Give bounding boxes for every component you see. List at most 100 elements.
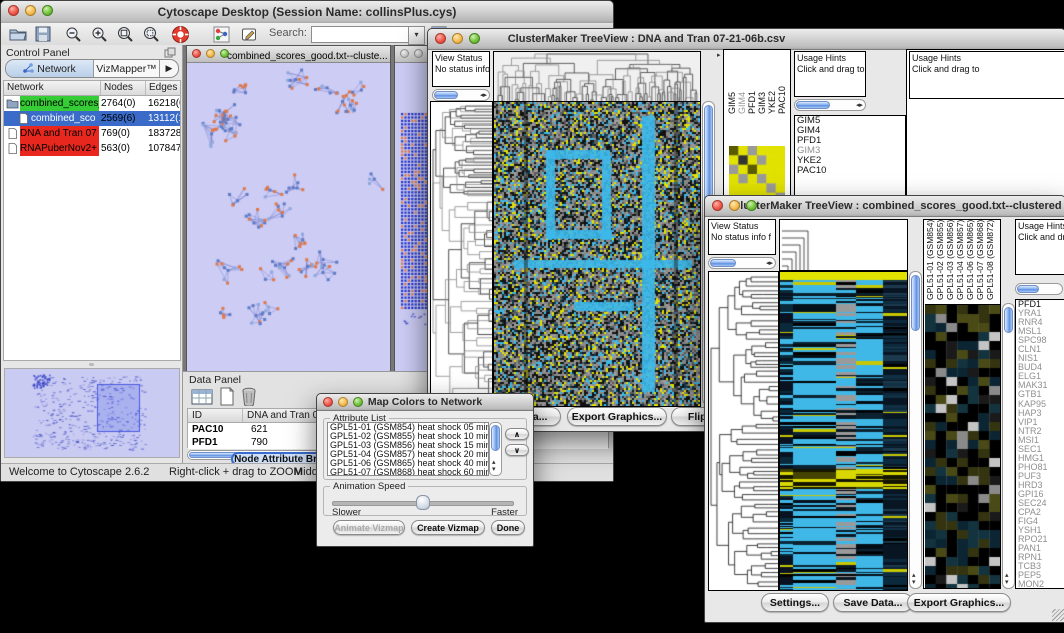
col-network[interactable]: Network bbox=[4, 81, 101, 95]
map-colors-dialog: Map Colors to Network Attribute List GPL… bbox=[316, 393, 534, 547]
treeview2-title: ClusterMaker TreeView : combined_scores_… bbox=[705, 196, 1064, 216]
search-dropdown-button[interactable]: ▾ bbox=[408, 26, 425, 45]
treeview1-titlebar[interactable]: ClusterMaker TreeView : DNA and Tran 07-… bbox=[428, 29, 1064, 50]
treeview1-title: ClusterMaker TreeView : DNA and Tran 07-… bbox=[428, 29, 1064, 49]
dialog-titlebar[interactable]: Map Colors to Network bbox=[317, 394, 533, 411]
search-input[interactable] bbox=[311, 26, 409, 43]
zoom-selected-icon[interactable] bbox=[143, 26, 160, 43]
main-titlebar[interactable]: Cytoscape Desktop (Session Name: collins… bbox=[1, 1, 613, 24]
slider-thumb[interactable] bbox=[416, 495, 430, 510]
tv1-heatmap-canvas[interactable] bbox=[493, 101, 701, 407]
tv2-heatmap-canvas[interactable] bbox=[779, 271, 908, 591]
attribute-list-item[interactable]: GPL51-07 (GSM868) heat shock 60 min bbox=[328, 468, 488, 476]
tv2-status-hscrollbar[interactable]: ◂▸ bbox=[708, 257, 776, 269]
tv1-usage-hints-2: Usage Hints Click and drag to bbox=[909, 51, 1064, 99]
network-table-row[interactable]: RNAPuberNov2+ 563(0) 107847(0) bbox=[4, 141, 180, 156]
attribute-list-vscrollbar[interactable]: ▴▾ bbox=[489, 422, 502, 476]
animate-vizmap-button[interactable]: Animate Vizmap bbox=[333, 520, 405, 535]
tv1-export-graphics-button[interactable]: Export Graphics... bbox=[567, 407, 667, 426]
resize-grip[interactable] bbox=[1052, 609, 1064, 621]
network-row-nodes: 2569(6) bbox=[99, 111, 146, 126]
close-button[interactable] bbox=[435, 33, 446, 44]
tv1-column-label: PAC10 bbox=[778, 52, 787, 114]
zoom-window-button[interactable] bbox=[746, 200, 757, 211]
vizmapper-icon[interactable] bbox=[213, 26, 230, 43]
annotation-icon[interactable] bbox=[241, 26, 258, 43]
close-button[interactable] bbox=[8, 5, 19, 16]
close-button[interactable] bbox=[323, 397, 333, 407]
tv2-zoom-heatmap-canvas[interactable] bbox=[925, 304, 1000, 589]
network-row-name: combined_sco bbox=[31, 111, 99, 126]
close-button[interactable] bbox=[400, 49, 409, 58]
network-view-window-1[interactable]: combined_scores_good.txt--cluste... bbox=[186, 45, 391, 371]
open-file-icon[interactable] bbox=[9, 26, 27, 42]
tv2-settings-label: Settings... bbox=[770, 597, 820, 609]
minimize-button[interactable] bbox=[414, 49, 423, 58]
tv1-column-dendrogram-canvas[interactable] bbox=[493, 51, 701, 103]
new-attribute-icon[interactable] bbox=[219, 387, 235, 406]
minimize-button[interactable] bbox=[452, 33, 463, 44]
save-icon[interactable] bbox=[35, 26, 51, 42]
tv1-row-dendrogram-canvas[interactable] bbox=[430, 101, 493, 407]
tv2-save-data-label: Save Data... bbox=[844, 597, 903, 609]
close-button[interactable] bbox=[192, 49, 201, 58]
tv1-column-label: YKE2 bbox=[768, 52, 777, 114]
col-nodes[interactable]: Nodes bbox=[101, 81, 146, 95]
gene-name[interactable]: PAC10 bbox=[795, 166, 905, 176]
data-panel-title: Data Panel bbox=[189, 374, 241, 386]
minimize-button[interactable] bbox=[206, 49, 215, 58]
tab-network[interactable]: Network bbox=[6, 60, 94, 77]
table-view-icon[interactable] bbox=[191, 388, 213, 406]
network-table-row[interactable]: DNA and Tran 07 769(0) 183728(0) bbox=[4, 126, 180, 141]
delete-attribute-trash-icon[interactable] bbox=[241, 387, 257, 406]
tv2-gene-hscrollbar[interactable] bbox=[1015, 283, 1063, 295]
create-vizmap-button[interactable]: Create Vizmap bbox=[411, 520, 485, 535]
minimize-button[interactable] bbox=[338, 397, 348, 407]
network-overview-canvas[interactable] bbox=[4, 368, 180, 458]
zoom-window-button[interactable] bbox=[353, 397, 363, 407]
float-panel-icon[interactable] bbox=[164, 47, 176, 58]
tv2-export-graphics-label: Export Graphics... bbox=[914, 597, 1004, 609]
minimize-button[interactable] bbox=[25, 5, 36, 16]
attribute-listbox[interactable]: GPL51-01 (GSM854) heat shock 05 minGPL51… bbox=[327, 422, 489, 476]
tv2-settings-button[interactable]: Settings... bbox=[761, 593, 829, 612]
zoom-window-button[interactable] bbox=[220, 49, 229, 58]
help-lifesaver-icon[interactable] bbox=[171, 25, 190, 44]
network-table-row[interactable]: combined_scores_ 2764(0) 16218(0) bbox=[4, 96, 180, 111]
tv2-save-data-button[interactable]: Save Data... bbox=[833, 593, 913, 612]
done-button[interactable]: Done bbox=[491, 520, 525, 535]
close-button[interactable] bbox=[712, 200, 723, 211]
tv1-gene-hscrollbar[interactable]: ◂▸ bbox=[794, 99, 866, 111]
move-attribute-down-button[interactable]: ∨ bbox=[505, 444, 529, 456]
panel-splitter[interactable] bbox=[3, 362, 181, 367]
zoom-fit-icon[interactable] bbox=[117, 26, 134, 43]
tv2-heatmap-vscrollbar[interactable]: ▴▾ bbox=[909, 271, 922, 589]
tv2-row-dendrogram-canvas[interactable] bbox=[708, 271, 779, 591]
tv1-export-graphics-label: Export Graphics... bbox=[572, 411, 662, 423]
gene-name[interactable]: MON2 bbox=[1016, 580, 1064, 589]
zoom-in-icon[interactable] bbox=[91, 26, 108, 43]
network-row-icon bbox=[6, 128, 19, 139]
tv1-status-hscrollbar[interactable]: ◂▸ bbox=[432, 89, 490, 101]
zoom-out-icon[interactable] bbox=[65, 26, 82, 43]
col-id[interactable]: ID bbox=[188, 409, 243, 422]
control-panel-title: Control Panel bbox=[6, 47, 70, 59]
tv2-export-graphics-button[interactable]: Export Graphics... bbox=[907, 593, 1011, 612]
treeview2-titlebar[interactable]: ClusterMaker TreeView : combined_scores_… bbox=[705, 196, 1064, 217]
network-canvas-main[interactable] bbox=[187, 63, 390, 371]
network-row-edges: 16218(0) bbox=[146, 96, 180, 111]
tab-vizmapper[interactable]: VizMapper™ bbox=[94, 60, 160, 77]
move-attribute-up-button[interactable]: ∧ bbox=[505, 428, 529, 440]
tv2-column-dendrogram-canvas[interactable] bbox=[779, 219, 908, 271]
search-label: Search: bbox=[269, 27, 307, 39]
tab-overflow-button[interactable]: ▶ bbox=[160, 60, 178, 77]
tv2-gene-list[interactable]: PFD1YRA1RNR4MSL1SPC98CLN1NIS1BUD4ELG1MAK… bbox=[1015, 299, 1064, 589]
tv2-zoom-vscrollbar[interactable]: ▴▾ bbox=[1002, 303, 1015, 589]
col-edges[interactable]: Edges bbox=[146, 81, 180, 95]
network-table-row[interactable]: combined_sco 2569(6) 13112(15) bbox=[4, 111, 180, 126]
zoom-window-button[interactable] bbox=[469, 33, 480, 44]
minimize-button[interactable] bbox=[729, 200, 740, 211]
zoom-window-button[interactable] bbox=[42, 5, 53, 16]
tv1-zoom-heatmap-canvas[interactable] bbox=[729, 146, 785, 202]
tv1-usage-hints2-text: Click and drag to bbox=[912, 64, 1064, 75]
